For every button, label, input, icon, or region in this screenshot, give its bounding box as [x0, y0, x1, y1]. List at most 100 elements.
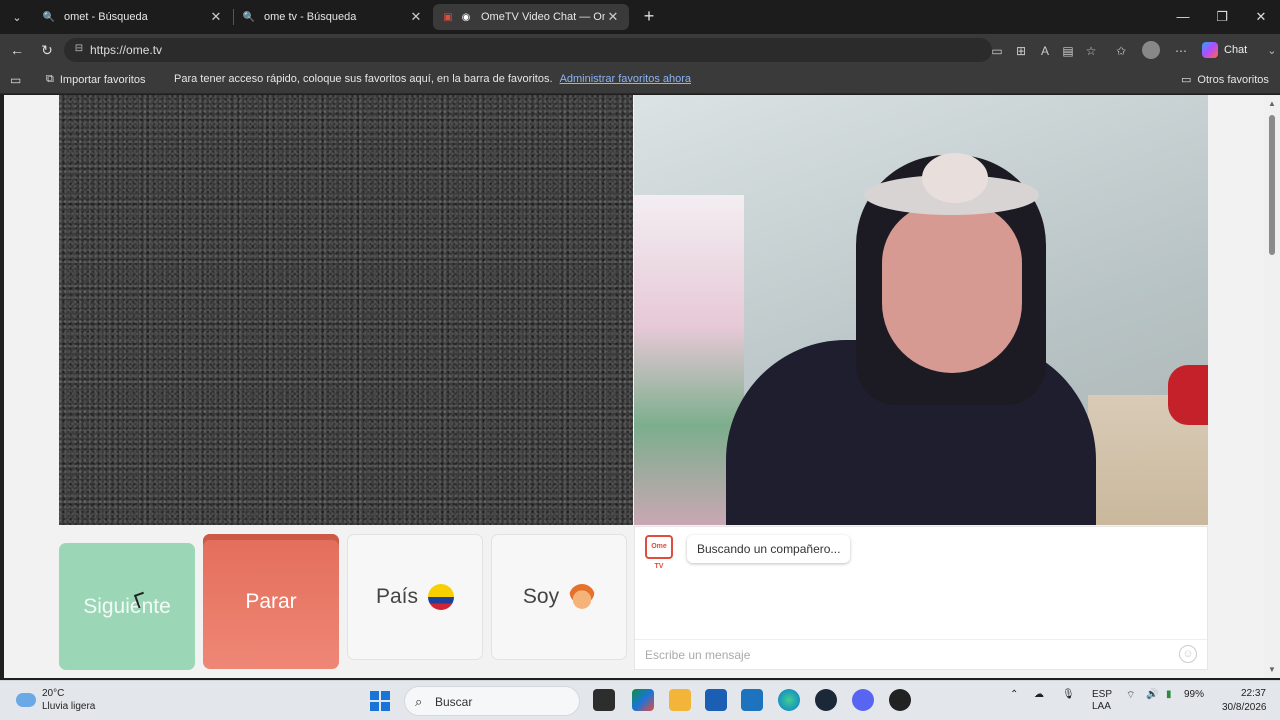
reader-view-icon[interactable]: ▤: [1059, 42, 1077, 60]
favorites-hint: Para tener acceso rápido, coloque sus fa…: [174, 73, 691, 85]
edge-icon[interactable]: [778, 689, 800, 711]
message-input[interactable]: Escribe un mensaje ☺: [635, 639, 1207, 669]
microphone-icon[interactable]: 🎙: [1062, 689, 1075, 700]
favorite-star-icon[interactable]: ☆: [1082, 42, 1100, 60]
address-bar-row: ← ↻ ⊟ https://ome.tv ▭ ⊞ A ▤ ☆ ✩ ⋯ Chat …: [0, 34, 1280, 66]
close-tab-icon[interactable]: ✕: [408, 9, 424, 25]
search-label: Buscar: [435, 695, 473, 709]
stop-label: Parar: [245, 589, 297, 613]
next-button[interactable]: Siguiente: [59, 543, 195, 670]
camera-in-use-icon[interactable]: ▭: [988, 42, 1006, 60]
ometv-favicon-icon: ▣: [443, 11, 453, 23]
url-field[interactable]: ⊟ https://ome.tv: [64, 38, 992, 62]
copilot-chat-button[interactable]: Chat ⌄: [1202, 39, 1276, 61]
language-code: ESP: [1092, 689, 1113, 700]
chevron-down-icon: ⌄: [1267, 44, 1277, 57]
tab-actions-menu-icon[interactable]: ⌄: [6, 7, 28, 27]
time: 22:37: [1240, 688, 1266, 699]
onedrive-icon[interactable]: ☁: [1034, 689, 1044, 700]
microsoft-365-icon[interactable]: [632, 689, 654, 711]
keyboard-layout: LAA: [1092, 701, 1111, 712]
country-button[interactable]: País: [347, 534, 483, 660]
scroll-up-icon[interactable]: ▲: [1268, 99, 1276, 108]
colombia-flag-icon: [428, 584, 455, 610]
chatgpt-icon[interactable]: [889, 689, 911, 711]
refresh-icon[interactable]: ↻: [36, 40, 58, 60]
stranger-video-static: [59, 95, 633, 525]
search-icon: 🔍: [242, 11, 256, 23]
wifi-icon[interactable]: ⌔: [1126, 689, 1135, 702]
video-red-cloth: [1168, 365, 1208, 425]
more-options-icon[interactable]: ⋯: [1172, 42, 1190, 60]
weather-widget[interactable]: 20°C Lluvia ligera: [16, 687, 95, 713]
ometv-page: Siguiente Parar País Soy Ome TV Buscando…: [4, 95, 1264, 678]
tab-title: omet - Búsqueda: [64, 11, 148, 23]
weather-condition: Lluvia ligera: [42, 701, 96, 712]
show-hidden-icons-icon[interactable]: ⌃: [1010, 689, 1018, 700]
back-icon[interactable]: ←: [6, 40, 28, 60]
profile-avatar[interactable]: [1142, 41, 1160, 59]
other-favorites-label: Otros favoritos: [1197, 73, 1269, 86]
manage-favorites-link[interactable]: Administrar favoritos ahora: [560, 73, 691, 85]
task-view-icon[interactable]: [593, 689, 615, 711]
taskbar-search[interactable]: ⌕ Buscar: [404, 686, 580, 716]
gender-button[interactable]: Soy: [491, 534, 627, 660]
gender-label: Soy: [522, 585, 560, 608]
maximize-icon[interactable]: ❐: [1207, 6, 1237, 28]
tab-ometv-video-chat[interactable]: ▣ ◉ OmeTV Video Chat — Omegl ✕: [433, 4, 629, 30]
battery-icon[interactable]: ▮: [1166, 689, 1172, 700]
scroll-down-icon[interactable]: ▼: [1268, 665, 1276, 674]
minimize-icon[interactable]: —: [1168, 6, 1198, 28]
country-label: País: [375, 585, 419, 608]
import-favorites-label: Importar favoritos: [59, 73, 146, 86]
outlook-icon[interactable]: [741, 689, 763, 711]
ometv-logo-icon: Ome TV: [645, 535, 673, 570]
video-person-face: [882, 203, 1022, 373]
favorites-icon[interactable]: ✩: [1112, 42, 1130, 60]
translate-icon[interactable]: A: [1036, 42, 1054, 60]
favorites-hint-text: Para tener acceso rápido, coloque sus fa…: [174, 73, 553, 85]
next-label: Siguiente: [83, 594, 171, 618]
import-favorites-button[interactable]: ⧉ Importar favoritos: [46, 73, 145, 86]
scrollbar-thumb[interactable]: [1269, 115, 1275, 255]
copilot-icon: [1202, 42, 1218, 58]
video-headband-bear: [922, 153, 988, 203]
app-available-icon[interactable]: ⊞: [1012, 42, 1030, 60]
page-scrollbar[interactable]: ▲ ▼: [1264, 95, 1280, 678]
sidebar-toggle-icon[interactable]: ▭: [10, 73, 21, 87]
boy-emoji-icon: [569, 584, 596, 610]
status-message: Buscando un compañero...: [687, 535, 851, 563]
tab-title: ome tv - Búsqueda: [264, 11, 357, 23]
import-icon: ⧉: [46, 73, 54, 85]
clock[interactable]: 22:37 30/8/2026: [1222, 687, 1267, 715]
tab-strip: ⌄ 🔍 omet - Búsqueda ✕ 🔍 ome tv - Búsqued…: [0, 0, 1280, 34]
rain-cloud-icon: [16, 693, 36, 707]
discord-icon[interactable]: [852, 689, 874, 711]
new-tab-button[interactable]: +: [638, 6, 660, 28]
battery-percent: 99%: [1184, 689, 1205, 700]
favorites-bar: ▭ ⧉ Importar favoritos Para tener acceso…: [0, 66, 1280, 94]
tab-omet-search[interactable]: 🔍 omet - Búsqueda ✕: [34, 4, 232, 30]
close-tab-icon[interactable]: ✕: [605, 9, 621, 25]
taskbar: 20°C Lluvia ligera ⌕ Buscar ⌃ ☁ 🎙 ESP LA…: [0, 680, 1280, 720]
input-language[interactable]: ESP LAA: [1092, 689, 1112, 713]
steam-icon[interactable]: [815, 689, 837, 711]
date: 30/8/2026: [1222, 702, 1267, 713]
tab-title: OmeTV Video Chat — Omegl: [481, 11, 605, 23]
search-icon: ⌕: [415, 694, 423, 709]
search-icon: 🔍: [42, 11, 56, 23]
stop-button[interactable]: Parar: [203, 534, 339, 669]
file-explorer-icon[interactable]: [669, 689, 691, 711]
close-tab-icon[interactable]: ✕: [208, 9, 224, 25]
url-text: https://ome.tv: [90, 43, 163, 57]
emoji-picker-icon[interactable]: ☺: [1179, 645, 1197, 663]
microsoft-store-icon[interactable]: [705, 689, 727, 711]
volume-icon[interactable]: 🔊: [1146, 689, 1158, 700]
self-camera-video: [634, 95, 1208, 525]
tab-ometv-search[interactable]: 🔍 ome tv - Búsqueda ✕: [234, 4, 432, 30]
windows-start-icon[interactable]: [370, 691, 390, 711]
chat-panel: Ome TV Buscando un compañero... Escribe …: [634, 526, 1208, 670]
other-favorites-button[interactable]: ▭ Otros favoritos: [1181, 73, 1269, 87]
close-window-icon[interactable]: ✕: [1246, 6, 1276, 28]
site-info-icon[interactable]: ⊟: [72, 43, 86, 57]
